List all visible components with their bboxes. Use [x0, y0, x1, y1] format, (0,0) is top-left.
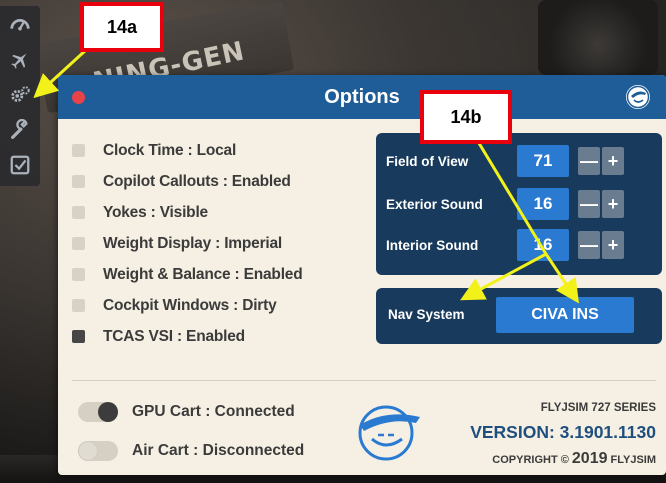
- exterior-sound-value: 16: [517, 188, 569, 220]
- pilot-logo-icon[interactable]: [624, 83, 652, 111]
- airplane-icon: [11, 53, 27, 69]
- gpu-cart-label: GPU Cart : Connected: [132, 403, 295, 420]
- gears-icon: [11, 86, 30, 102]
- option-checkbox[interactable]: [72, 144, 85, 157]
- option-label: Clock Time : Local: [103, 141, 237, 159]
- option-label: Yokes : Visible: [103, 203, 208, 221]
- air-cart-toggle[interactable]: [78, 441, 118, 461]
- option-row[interactable]: Weight & Balance : Enabled: [72, 259, 372, 290]
- gpu-cart-toggle[interactable]: [78, 402, 118, 422]
- nav-system-button[interactable]: CIVA INS: [496, 297, 634, 333]
- option-checkbox[interactable]: [72, 330, 85, 343]
- sidebar-item-aircraft[interactable]: [2, 44, 38, 76]
- interior-sound-decrease-button[interactable]: —: [578, 231, 600, 259]
- option-checkbox[interactable]: [72, 299, 85, 312]
- option-checkbox[interactable]: [72, 268, 85, 281]
- version-text: VERSION: 3.1901.1130: [470, 422, 656, 442]
- air-cart-label: Air Cart : Disconnected: [132, 442, 305, 459]
- view-sound-panel: Field of View 71 — + Exterior Sound 16 —…: [376, 133, 662, 275]
- checklist-icon: [10, 155, 30, 175]
- gpu-cart-row: GPU Cart : Connected: [78, 402, 295, 422]
- copyright-text: COPYRIGHT © 2019 FLYJSIM: [470, 450, 656, 468]
- option-row[interactable]: Cockpit Windows : Dirty: [72, 290, 372, 321]
- copyright-year: 2019: [571, 450, 608, 467]
- sidebar-item-options[interactable]: [2, 79, 38, 111]
- field-of-view-increase-button[interactable]: +: [602, 147, 624, 175]
- option-label: TCAS VSI : Enabled: [103, 327, 245, 345]
- option-row[interactable]: TCAS VSI : Enabled: [72, 321, 372, 352]
- option-label: Weight Display : Imperial: [103, 234, 283, 252]
- options-window: Options Clock Time : Local Copilot Callo…: [58, 75, 666, 475]
- callout-14b: 14b: [420, 90, 512, 144]
- option-row[interactable]: Yokes : Visible: [72, 197, 372, 228]
- field-of-view-decrease-button[interactable]: —: [578, 147, 600, 175]
- sidebar-item-checklist[interactable]: [2, 149, 38, 181]
- section-divider: [72, 380, 656, 381]
- close-button[interactable]: [72, 91, 85, 104]
- option-row[interactable]: Weight Display : Imperial: [72, 228, 372, 259]
- option-label: Cockpit Windows : Dirty: [103, 296, 277, 314]
- sidebar-item-maintenance[interactable]: [2, 114, 38, 146]
- gauge-icon: [10, 19, 30, 31]
- toggle-knob: [78, 441, 98, 461]
- setting-label: Interior Sound: [386, 237, 479, 253]
- setting-row-exterior-sound: Exterior Sound 16 — +: [376, 188, 662, 220]
- sidebar-toolbar: [0, 6, 40, 186]
- sidebar-item-gauges[interactable]: [2, 9, 38, 41]
- options-titlebar: Options: [58, 75, 666, 119]
- option-row[interactable]: Clock Time : Local: [72, 135, 372, 166]
- series-text: FLYJSIM 727 SERIES: [540, 402, 656, 414]
- wrench-icon: [11, 119, 28, 139]
- copyright-prefix: COPYRIGHT ©: [492, 454, 572, 466]
- option-label: Copilot Callouts : Enabled: [103, 172, 291, 190]
- interior-sound-value: 16: [517, 229, 569, 261]
- field-of-view-value: 71: [517, 145, 569, 177]
- window-title: Options: [324, 85, 400, 108]
- callout-14a: 14a: [80, 2, 164, 52]
- nav-system-label: Nav System: [388, 307, 465, 322]
- setting-row-field-of-view: Field of View 71 — +: [376, 145, 662, 177]
- version-info: FLYJSIM 727 SERIES VERSION: 3.1901.1130 …: [470, 402, 656, 468]
- air-cart-row: Air Cart : Disconnected: [78, 441, 304, 461]
- option-checkbox[interactable]: [72, 206, 85, 219]
- exterior-sound-increase-button[interactable]: +: [602, 190, 624, 218]
- toggle-knob: [98, 402, 118, 422]
- background-gauge: [538, 0, 658, 75]
- setting-row-interior-sound: Interior Sound 16 — +: [376, 229, 662, 261]
- setting-label: Exterior Sound: [386, 196, 483, 212]
- option-row[interactable]: Copilot Callouts : Enabled: [72, 166, 372, 197]
- options-list: Clock Time : Local Copilot Callouts : En…: [72, 135, 372, 352]
- flyjsim-logo-icon: [358, 405, 420, 461]
- copyright-suffix: FLYJSIM: [607, 454, 656, 466]
- option-checkbox[interactable]: [72, 175, 85, 188]
- option-label: Weight & Balance : Enabled: [103, 265, 303, 283]
- interior-sound-increase-button[interactable]: +: [602, 231, 624, 259]
- exterior-sound-decrease-button[interactable]: —: [578, 190, 600, 218]
- nav-system-panel: Nav System CIVA INS: [376, 288, 662, 344]
- setting-label: Field of View: [386, 153, 469, 169]
- option-checkbox[interactable]: [72, 237, 85, 250]
